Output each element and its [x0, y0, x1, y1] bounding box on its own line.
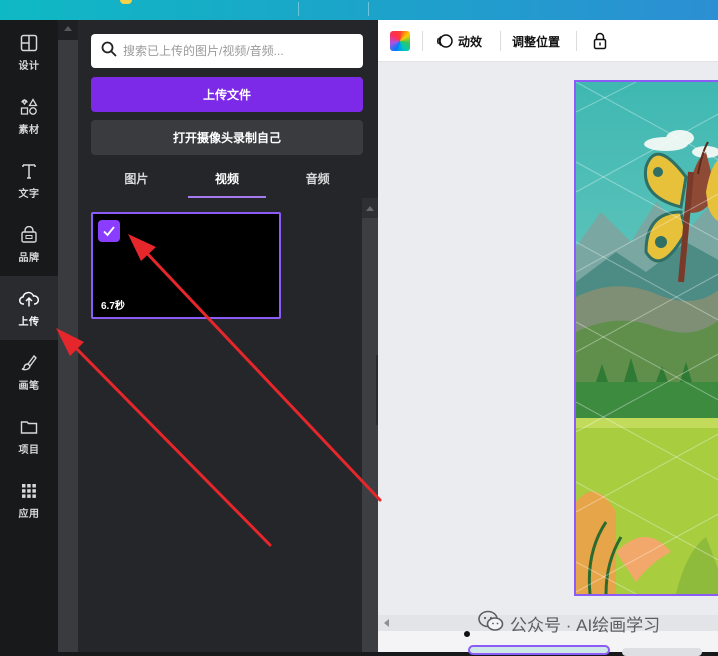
tab-images[interactable]: 图片 — [91, 164, 182, 198]
top-header-bar — [0, 0, 718, 20]
brush-icon — [18, 352, 40, 374]
sidebar-item-label: 上传 — [18, 317, 40, 328]
animate-icon — [436, 33, 454, 49]
sidebar-item-apps[interactable]: 应用 — [0, 468, 58, 532]
sidebar-item-brand[interactable]: 品牌 — [0, 212, 58, 276]
search-box[interactable] — [91, 34, 363, 68]
playhead-marker[interactable] — [464, 631, 470, 637]
timeline-clip[interactable] — [622, 648, 702, 656]
rail-scrollbar[interactable] — [58, 20, 78, 652]
watermark-text: 公众号 · AI绘画学习 — [510, 615, 661, 635]
scroll-left-icon[interactable] — [384, 619, 389, 627]
search-input[interactable] — [123, 44, 353, 58]
sidebar-item-uploads[interactable]: 上传 — [0, 276, 58, 340]
sidebar-item-label: 文字 — [18, 189, 40, 200]
color-picker-button[interactable] — [390, 31, 410, 51]
uploaded-video-thumbnail[interactable]: 6.7秒 — [91, 212, 281, 319]
animate-button[interactable]: 动效 — [436, 30, 482, 52]
layout-icon — [18, 32, 40, 54]
uploads-panel: 上传文件 打开摄像头录制自己 图片 视频 音频 6.7秒 — [78, 20, 378, 652]
tab-videos[interactable]: 视频 — [182, 164, 273, 198]
header-divider — [368, 2, 369, 16]
wechat-icon — [478, 610, 504, 637]
lock-button[interactable] — [589, 30, 611, 52]
scroll-up-icon[interactable] — [64, 26, 72, 31]
header-logo-icon — [120, 0, 132, 4]
upload-cloud-icon — [18, 288, 40, 310]
elements-icon — [18, 96, 40, 118]
scrollbar-thumb[interactable] — [58, 40, 78, 652]
sidebar-item-elements[interactable]: 素材 — [0, 84, 58, 148]
media-tabs: 图片 视频 音频 — [91, 164, 363, 198]
selected-checkbox[interactable] — [98, 220, 120, 242]
text-icon — [18, 160, 40, 182]
design-canvas-area — [378, 62, 718, 656]
sidebar-rail: 设计 素材 文字 品牌 上传 画笔 项目 应用 — [0, 20, 58, 652]
toolbar-divider — [422, 31, 423, 51]
position-button[interactable]: 调整位置 — [512, 30, 560, 52]
sidebar-item-label: 应用 — [18, 509, 40, 520]
timeline-clip-selected[interactable] — [468, 645, 610, 655]
scroll-up-icon[interactable] — [366, 206, 374, 211]
lock-icon — [593, 32, 607, 50]
sidebar-item-text[interactable]: 文字 — [0, 148, 58, 212]
sidebar-item-projects[interactable]: 项目 — [0, 404, 58, 468]
scrollbar-thumb[interactable] — [362, 218, 378, 652]
record-yourself-button[interactable]: 打开摄像头录制自己 — [91, 120, 363, 155]
toolbar-divider — [500, 31, 501, 51]
folder-icon — [18, 416, 40, 438]
sidebar-item-design[interactable]: 设计 — [0, 20, 58, 84]
tab-audio[interactable]: 音频 — [272, 164, 363, 198]
video-duration: 6.7秒 — [101, 301, 125, 312]
search-icon — [101, 41, 117, 62]
sidebar-item-label: 画笔 — [18, 381, 40, 392]
sidebar-item-label: 项目 — [18, 445, 40, 456]
sidebar-item-label: 设计 — [18, 61, 40, 72]
design-page[interactable] — [574, 80, 718, 596]
toolbar-divider — [576, 31, 577, 51]
brand-icon — [18, 224, 40, 246]
sidebar-item-label: 素材 — [18, 125, 40, 136]
landscape-illustration — [576, 82, 718, 594]
apps-grid-icon — [18, 480, 40, 502]
editor-toolbar: 动效 调整位置 — [378, 20, 718, 62]
watermark: 公众号 · AI绘画学习 — [478, 610, 660, 636]
check-icon — [103, 226, 115, 237]
header-divider — [298, 2, 299, 16]
animate-label: 动效 — [458, 34, 483, 49]
upload-files-button[interactable]: 上传文件 — [91, 77, 363, 112]
panel-scrollbar[interactable] — [362, 198, 378, 652]
sidebar-item-label: 品牌 — [18, 253, 40, 264]
sidebar-item-draw[interactable]: 画笔 — [0, 340, 58, 404]
